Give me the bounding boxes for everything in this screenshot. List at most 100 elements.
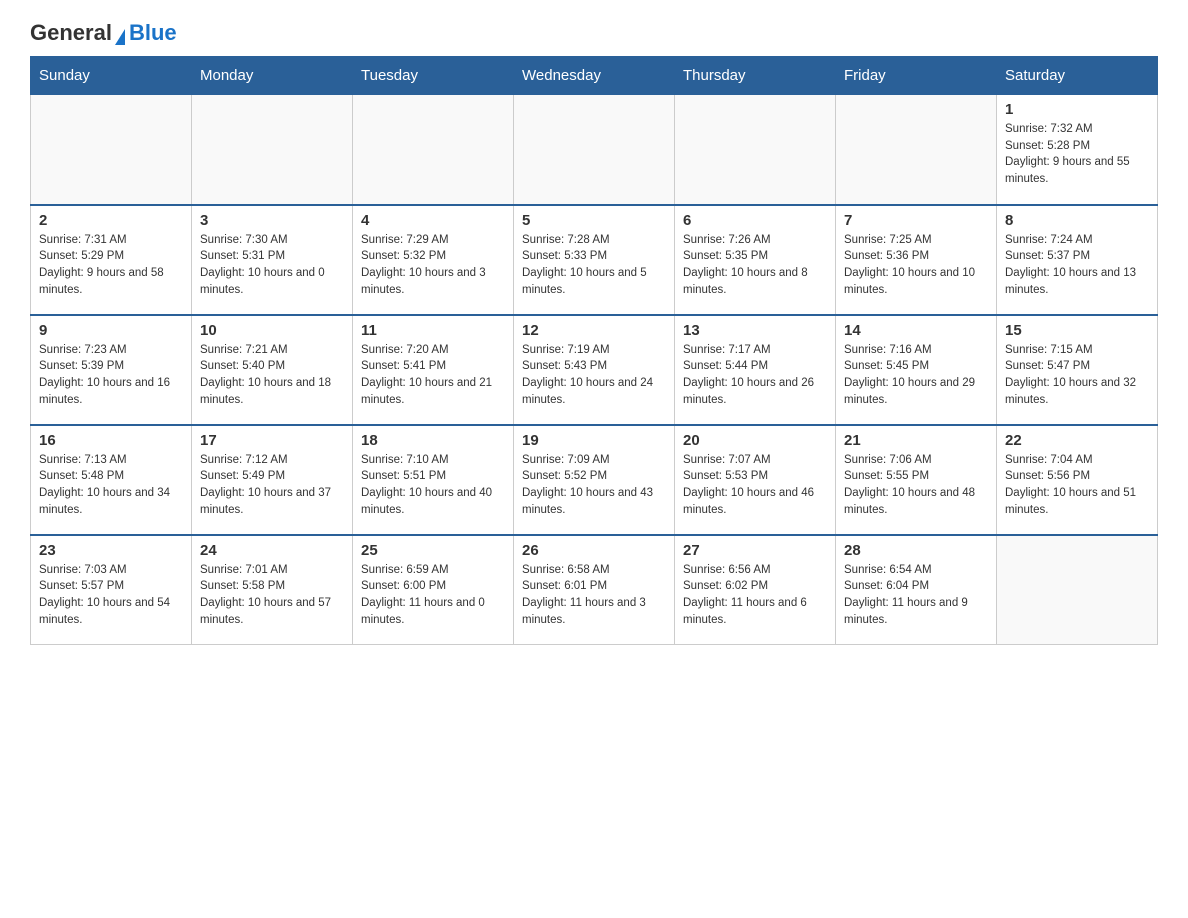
day-number: 6 xyxy=(683,212,827,229)
day-info: Sunrise: 7:03 AMSunset: 5:57 PMDaylight:… xyxy=(39,562,183,629)
calendar-day-cell: 11 Sunrise: 7:20 AMSunset: 5:41 PMDayligh… xyxy=(353,315,514,425)
calendar-day-cell: 9Sunrise: 7:23 AMSunset: 5:39 PMDaylight… xyxy=(31,315,192,425)
calendar-day-cell: 3 Sunrise: 7:30 AMSunset: 5:31 PMDaylight… xyxy=(192,205,353,315)
calendar-day-cell: 12 Sunrise: 7:19 AMSunset: 5:43 PMDayligh… xyxy=(514,315,675,425)
day-number: 10 xyxy=(200,322,344,339)
calendar-day-cell: 19 Sunrise: 7:09 AMSunset: 5:52 PMDayligh… xyxy=(514,425,675,535)
calendar-day-cell xyxy=(514,95,675,205)
calendar-day-cell xyxy=(836,95,997,205)
calendar-day-cell xyxy=(675,95,836,205)
calendar-day-cell xyxy=(353,95,514,205)
day-number: 23 xyxy=(39,542,183,559)
day-number: 17 xyxy=(200,432,344,449)
calendar-day-cell: 6 Sunrise: 7:26 AMSunset: 5:35 PMDaylight… xyxy=(675,205,836,315)
calendar-day-cell: 28 Sunrise: 6:54 AMSunset: 6:04 PMDayligh… xyxy=(836,535,997,645)
day-of-week-header: Saturday xyxy=(997,57,1158,95)
calendar-day-cell xyxy=(997,535,1158,645)
calendar-day-cell: 26 Sunrise: 6:58 AMSunset: 6:01 PMDayligh… xyxy=(514,535,675,645)
calendar-day-cell: 7 Sunrise: 7:25 AMSunset: 5:36 PMDaylight… xyxy=(836,205,997,315)
day-info: Sunrise: 7:01 AMSunset: 5:58 PMDaylight:… xyxy=(200,562,344,629)
day-number: 19 xyxy=(522,432,666,449)
day-info: Sunrise: 7:10 AMSunset: 5:51 PMDaylight:… xyxy=(361,452,505,519)
day-info: Sunrise: 7:06 AMSunset: 5:55 PMDaylight:… xyxy=(844,452,988,519)
day-number: 11 xyxy=(361,322,505,339)
day-info: Sunrise: 6:54 AMSunset: 6:04 PMDaylight:… xyxy=(844,562,988,629)
day-info: Sunrise: 7:17 AMSunset: 5:44 PMDaylight:… xyxy=(683,342,827,409)
day-number: 8 xyxy=(1005,212,1149,229)
day-info: Sunrise: 7:13 AMSunset: 5:48 PMDaylight:… xyxy=(39,452,183,519)
day-info: Sunrise: 6:59 AMSunset: 6:00 PMDaylight:… xyxy=(361,562,505,629)
day-number: 5 xyxy=(522,212,666,229)
calendar-day-cell xyxy=(31,95,192,205)
day-info: Sunrise: 7:12 AMSunset: 5:49 PMDaylight:… xyxy=(200,452,344,519)
logo: General Blue xyxy=(30,20,177,46)
day-number: 14 xyxy=(844,322,988,339)
day-number: 1 xyxy=(1005,101,1149,118)
calendar-week-row: 1 Sunrise: 7:32 AMSunset: 5:28 PMDaylight… xyxy=(31,95,1158,205)
day-number: 21 xyxy=(844,432,988,449)
day-number: 7 xyxy=(844,212,988,229)
calendar-day-cell: 1 Sunrise: 7:32 AMSunset: 5:28 PMDaylight… xyxy=(997,95,1158,205)
day-of-week-header: Monday xyxy=(192,57,353,95)
day-number: 3 xyxy=(200,212,344,229)
calendar-day-cell xyxy=(192,95,353,205)
day-of-week-header: Sunday xyxy=(31,57,192,95)
calendar-day-cell: 4 Sunrise: 7:29 AMSunset: 5:32 PMDaylight… xyxy=(353,205,514,315)
day-number: 20 xyxy=(683,432,827,449)
day-info: Sunrise: 7:26 AMSunset: 5:35 PMDaylight:… xyxy=(683,232,827,299)
day-number: 26 xyxy=(522,542,666,559)
calendar-week-row: 9Sunrise: 7:23 AMSunset: 5:39 PMDaylight… xyxy=(31,315,1158,425)
calendar-week-row: 23 Sunrise: 7:03 AMSunset: 5:57 PMDayligh… xyxy=(31,535,1158,645)
day-info: Sunrise: 7:32 AMSunset: 5:28 PMDaylight:… xyxy=(1005,121,1149,188)
day-info: Sunrise: 6:58 AMSunset: 6:01 PMDaylight:… xyxy=(522,562,666,629)
days-header-row: SundayMondayTuesdayWednesdayThursdayFrid… xyxy=(31,57,1158,95)
calendar-day-cell: 23 Sunrise: 7:03 AMSunset: 5:57 PMDayligh… xyxy=(31,535,192,645)
calendar-table: SundayMondayTuesdayWednesdayThursdayFrid… xyxy=(30,56,1158,645)
calendar-day-cell: 8Sunrise: 7:24 AMSunset: 5:37 PMDaylight… xyxy=(997,205,1158,315)
day-info: Sunrise: 7:04 AMSunset: 5:56 PMDaylight:… xyxy=(1005,452,1149,519)
day-number: 13 xyxy=(683,322,827,339)
calendar-day-cell: 13 Sunrise: 7:17 AMSunset: 5:44 PMDayligh… xyxy=(675,315,836,425)
logo-blue-text: Blue xyxy=(129,20,177,45)
page-header: General Blue xyxy=(30,20,1158,46)
day-info: Sunrise: 7:07 AMSunset: 5:53 PMDaylight:… xyxy=(683,452,827,519)
day-info: Sunrise: 6:56 AMSunset: 6:02 PMDaylight:… xyxy=(683,562,827,629)
logo-triangle-icon xyxy=(115,29,125,45)
calendar-day-cell: 10 Sunrise: 7:21 AMSunset: 5:40 PMDayligh… xyxy=(192,315,353,425)
calendar-week-row: 16 Sunrise: 7:13 AMSunset: 5:48 PMDayligh… xyxy=(31,425,1158,535)
calendar-day-cell: 20 Sunrise: 7:07 AMSunset: 5:53 PMDayligh… xyxy=(675,425,836,535)
calendar-day-cell: 5 Sunrise: 7:28 AMSunset: 5:33 PMDaylight… xyxy=(514,205,675,315)
calendar-day-cell: 18 Sunrise: 7:10 AMSunset: 5:51 PMDayligh… xyxy=(353,425,514,535)
day-number: 12 xyxy=(522,322,666,339)
day-number: 16 xyxy=(39,432,183,449)
day-info: Sunrise: 7:15 AMSunset: 5:47 PMDaylight:… xyxy=(1005,342,1149,409)
day-info: Sunrise: 7:20 AMSunset: 5:41 PMDaylight:… xyxy=(361,342,505,409)
day-number: 18 xyxy=(361,432,505,449)
day-info: Sunrise: 7:30 AMSunset: 5:31 PMDaylight:… xyxy=(200,232,344,299)
calendar-day-cell: 27 Sunrise: 6:56 AMSunset: 6:02 PMDayligh… xyxy=(675,535,836,645)
day-of-week-header: Thursday xyxy=(675,57,836,95)
day-info: Sunrise: 7:19 AMSunset: 5:43 PMDaylight:… xyxy=(522,342,666,409)
day-number: 27 xyxy=(683,542,827,559)
day-of-week-header: Friday xyxy=(836,57,997,95)
day-number: 28 xyxy=(844,542,988,559)
day-number: 22 xyxy=(1005,432,1149,449)
day-number: 24 xyxy=(200,542,344,559)
day-number: 9 xyxy=(39,322,183,339)
logo-general-text: General xyxy=(30,20,112,45)
day-info: Sunrise: 7:29 AMSunset: 5:32 PMDaylight:… xyxy=(361,232,505,299)
calendar-day-cell: 16 Sunrise: 7:13 AMSunset: 5:48 PMDayligh… xyxy=(31,425,192,535)
calendar-day-cell: 25 Sunrise: 6:59 AMSunset: 6:00 PMDayligh… xyxy=(353,535,514,645)
calendar-week-row: 2Sunrise: 7:31 AMSunset: 5:29 PMDaylight… xyxy=(31,205,1158,315)
calendar-day-cell: 22 Sunrise: 7:04 AMSunset: 5:56 PMDayligh… xyxy=(997,425,1158,535)
day-number: 2 xyxy=(39,212,183,229)
day-number: 4 xyxy=(361,212,505,229)
day-number: 15 xyxy=(1005,322,1149,339)
day-of-week-header: Wednesday xyxy=(514,57,675,95)
day-number: 25 xyxy=(361,542,505,559)
day-info: Sunrise: 7:25 AMSunset: 5:36 PMDaylight:… xyxy=(844,232,988,299)
day-info: Sunrise: 7:09 AMSunset: 5:52 PMDaylight:… xyxy=(522,452,666,519)
day-info: Sunrise: 7:21 AMSunset: 5:40 PMDaylight:… xyxy=(200,342,344,409)
day-info: Sunrise: 7:28 AMSunset: 5:33 PMDaylight:… xyxy=(522,232,666,299)
calendar-day-cell: 2Sunrise: 7:31 AMSunset: 5:29 PMDaylight… xyxy=(31,205,192,315)
